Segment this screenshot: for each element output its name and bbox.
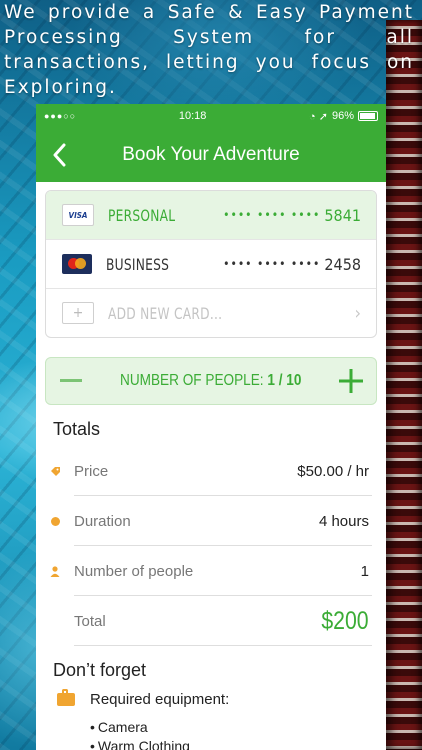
page-title: Book Your Adventure — [122, 144, 300, 165]
plus-button[interactable] — [336, 366, 366, 396]
tower-image — [386, 20, 422, 750]
equipment-list: Camera Warm Clothing — [90, 718, 386, 750]
people-label: Number of people — [74, 562, 194, 580]
add-card-icon: + — [62, 302, 94, 324]
status-bar: ●●●○○ 10:18 ◔ ➚ 96% — [36, 104, 386, 128]
payment-card-list: VISA PERSONAL •••• •••• •••• 5841 BUSINES… — [45, 190, 377, 338]
total-value: $200 — [321, 606, 369, 635]
price-label: Price — [74, 462, 109, 480]
card-number: •••• •••• •••• 5841 — [223, 205, 361, 225]
totals-heading: Totals — [53, 419, 101, 439]
totals-list: Price $50.00 / hr Duration 4 hours Numbe… — [36, 446, 386, 646]
clock-icon — [36, 516, 74, 526]
people-value: 1 — [360, 562, 369, 580]
chevron-right-icon: › — [354, 302, 361, 324]
tag-icon — [36, 466, 74, 477]
person-icon — [36, 565, 74, 577]
people-count-value: 1 / 10 — [267, 372, 302, 389]
card-label: PERSONAL — [108, 205, 176, 225]
battery-icon — [357, 111, 378, 121]
equipment-header: Required equipment: — [57, 689, 386, 708]
visa-icon: VISA — [62, 204, 94, 226]
people-stepper: NUMBER OF PEOPLE: 1 / 10 — [45, 357, 377, 405]
total-row: Total $200 — [36, 596, 386, 646]
card-label: BUSINESS — [106, 254, 170, 274]
reminder-heading: Don’t forget — [53, 660, 147, 680]
equipment-label: Required equipment: — [90, 691, 230, 708]
price-value: $50.00 / hr — [297, 462, 369, 480]
signal-indicator: ●●●○○ — [44, 111, 77, 121]
people-row: Number of people 1 — [36, 546, 386, 596]
status-icons: ◔ ➚ — [309, 110, 328, 123]
promo-headline: We provide a Safe & Easy Payment Process… — [4, 2, 414, 98]
add-card-button[interactable]: + ADD NEW CARD... › — [46, 289, 376, 337]
price-row: Price $50.00 / hr — [36, 446, 386, 496]
chevron-left-icon[interactable] — [44, 140, 74, 170]
nav-bar: Book Your Adventure — [36, 128, 386, 182]
phone-screen: ●●●○○ 10:18 ◔ ➚ 96% Book Your Adventure … — [36, 104, 386, 750]
people-count-label: NUMBER OF PEOPLE: 1 / 10 — [120, 372, 302, 389]
mastercard-icon — [62, 254, 92, 274]
status-time: 10:18 — [178, 110, 207, 122]
duration-row: Duration 4 hours — [36, 496, 386, 546]
list-item: Warm Clothing — [90, 737, 386, 750]
status-right: ◔ ➚ 96% — [309, 110, 378, 123]
list-item: Camera — [90, 718, 386, 737]
add-card-label: ADD NEW CARD... — [108, 303, 223, 323]
duration-value: 4 hours — [318, 512, 369, 530]
card-business[interactable]: BUSINESS •••• •••• •••• 2458 — [46, 240, 376, 289]
duration-label: Duration — [74, 512, 131, 530]
total-label: Total — [74, 612, 106, 630]
battery-percent: 96% — [331, 110, 354, 122]
card-personal[interactable]: VISA PERSONAL •••• •••• •••• 5841 — [46, 191, 376, 240]
briefcase-icon — [57, 689, 75, 706]
minus-button[interactable] — [56, 366, 86, 396]
card-number: •••• •••• •••• 2458 — [223, 254, 361, 274]
